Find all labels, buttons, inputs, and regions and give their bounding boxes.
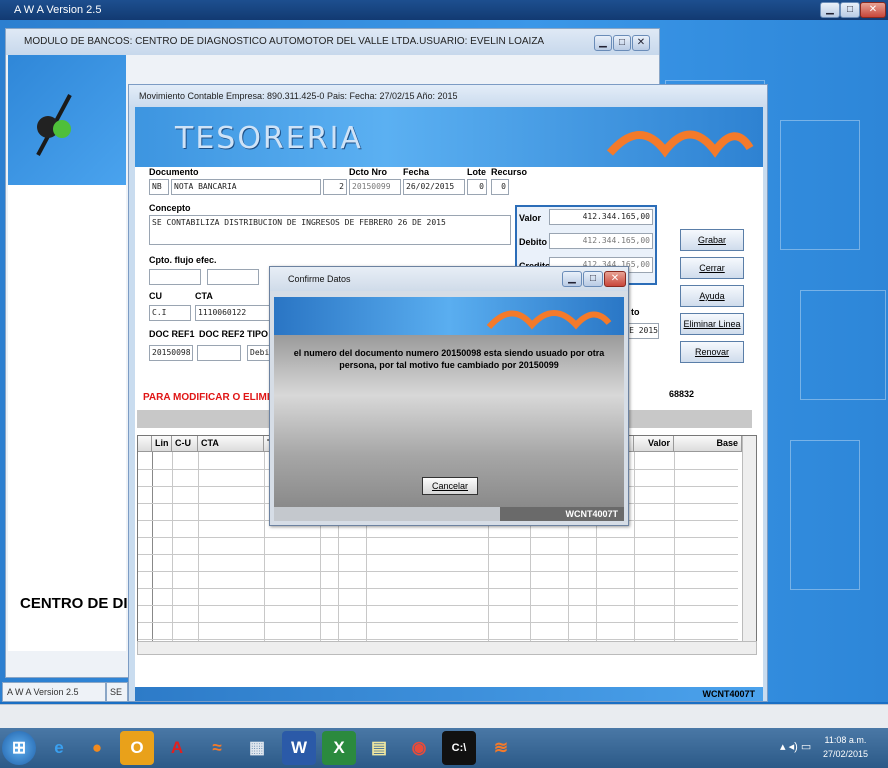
form-code: WCNT4007T xyxy=(702,689,755,699)
tipo-label: TIPO xyxy=(247,329,269,339)
dialog-message: el numero del documento numero 20150098 … xyxy=(293,348,605,370)
eliminar-linea-button[interactable]: Eliminar Linea xyxy=(680,313,744,335)
grabar-button[interactable]: Grabar xyxy=(680,229,744,251)
cmd-icon[interactable]: C:\ xyxy=(442,731,476,765)
doc-code-field[interactable]: NB xyxy=(149,179,169,195)
cta-label: CTA xyxy=(195,291,213,301)
word-icon[interactable]: W xyxy=(282,731,316,765)
dialog-maximize-button[interactable]: □ xyxy=(583,271,603,287)
mdi-tab-awa[interactable]: A W A Version 2.5 xyxy=(2,682,106,702)
calculator-icon[interactable]: ▦ xyxy=(240,731,274,765)
outlook-icon[interactable]: O xyxy=(120,731,154,765)
doc-ref2-label: DOC REF2 xyxy=(199,329,245,339)
cu-label: CU xyxy=(149,291,162,301)
acrobat-icon[interactable]: A xyxy=(160,731,194,765)
ie-icon[interactable]: e xyxy=(42,731,76,765)
cpto-flujo-field1[interactable] xyxy=(149,269,201,285)
doc-ref1-field[interactable]: 20150098 xyxy=(149,345,193,361)
windows-taskbar: ⊞ e ● O A ≈ ▦ W X ▤ ◉ C:\ ≋ ▴ ◂) ▭ 11:08… xyxy=(0,728,888,768)
doc-ref2-field[interactable] xyxy=(197,345,241,361)
recurso-label: Recurso xyxy=(491,167,528,177)
concepto-field[interactable]: SE CONTABILIZA DISTRIBUCION DE INGRESOS … xyxy=(149,215,511,245)
concepto-label: Concepto xyxy=(149,203,191,213)
doc-name-field[interactable]: NOTA BANCARIA xyxy=(171,179,321,195)
notepad-icon[interactable]: ▤ xyxy=(362,731,396,765)
cpto-flujo-label: Cpto. flujo efec. xyxy=(149,255,217,265)
cancel-button[interactable]: Cancelar xyxy=(422,477,478,495)
lote-field[interactable]: 0 xyxy=(467,179,487,195)
awa2-icon[interactable]: ≋ xyxy=(484,731,518,765)
excel-icon[interactable]: X xyxy=(322,731,356,765)
cu-field[interactable]: C.I xyxy=(149,305,191,321)
col-valor[interactable]: Valor xyxy=(634,436,674,452)
app-status-strip xyxy=(0,704,888,728)
doc-num-small-field[interactable]: 2 xyxy=(323,179,347,195)
tesoreria-status-band: WCNT4007T xyxy=(135,687,763,701)
tesoreria-title-bar: Movimiento Contable Empresa: 890.311.425… xyxy=(129,85,767,107)
clock-date: 27/02/2015 xyxy=(822,749,868,759)
fecha-field[interactable]: 26/02/2015 xyxy=(403,179,465,195)
debito-field[interactable]: 412.344.165,00 xyxy=(549,233,653,249)
tray-icons[interactable]: ▴ ◂) ▭ xyxy=(780,740,811,753)
col-lin[interactable]: Lin xyxy=(152,436,172,452)
app-title-bar: A W A Version 2.5 xyxy=(0,0,888,20)
dcto-nro-field[interactable]: 20150099 xyxy=(349,179,401,195)
grid-row-header xyxy=(138,436,152,452)
cerrar-button[interactable]: Cerrar xyxy=(680,257,744,279)
banks-logo-band xyxy=(8,55,126,185)
right-partial-label: to xyxy=(631,307,640,317)
documento-label: Documento xyxy=(149,167,199,177)
close-button[interactable]: ✕ xyxy=(860,2,886,18)
banks-maximize-button[interactable]: □ xyxy=(613,35,631,51)
maximize-button[interactable]: □ xyxy=(840,2,860,18)
company-caption: CENTRO DE DIA xyxy=(20,595,139,612)
confirm-dialog: Confirme Datos ▁ □ ✕ el numero del docum… xyxy=(269,266,629,526)
valor-field[interactable]: 412.344.165,00 xyxy=(549,209,653,225)
tesoreria-banner: TESORERIA xyxy=(135,107,763,167)
clock-time: 11:08 a.m. xyxy=(824,735,867,745)
mdi-tab-se[interactable]: SE xyxy=(106,682,128,702)
tipo-field[interactable]: Debi xyxy=(247,345,271,361)
col-base[interactable]: Base xyxy=(674,436,742,452)
code-number: 68832 xyxy=(669,389,695,399)
valor-label: Valor xyxy=(519,213,542,223)
recurso-field[interactable]: 0 xyxy=(491,179,509,195)
firefox-icon[interactable]: ● xyxy=(80,731,114,765)
lote-label: Lote xyxy=(467,167,486,177)
ayuda-button[interactable]: Ayuda xyxy=(680,285,744,307)
dialog-title: Confirme Datos xyxy=(288,274,351,284)
tesoreria-logo: TESORERIA xyxy=(175,121,363,156)
clock[interactable]: 11:08 a.m. 27/02/2015 xyxy=(823,733,868,761)
doc-ref1-label: DOC REF1 xyxy=(149,329,195,339)
dialog-code: WCNT4007T xyxy=(500,507,624,521)
debito-label: Debito xyxy=(519,237,547,247)
minimize-button[interactable]: ▁ xyxy=(820,2,840,18)
banks-minimize-button[interactable]: ▁ xyxy=(594,35,612,51)
dialog-body: el numero del documento numero 20150098 … xyxy=(274,335,624,507)
tesoreria-title: Movimiento Contable Empresa: 890.311.425… xyxy=(139,91,458,101)
grid-vertical-scrollbar[interactable] xyxy=(742,436,756,646)
awa-icon[interactable]: ≈ xyxy=(200,731,234,765)
cta-field[interactable]: 1110060122 xyxy=(195,305,271,321)
app-title: A W A Version 2.5 xyxy=(14,4,102,16)
dcto-nro-label: Dcto Nro xyxy=(349,167,387,177)
col-cta[interactable]: CTA xyxy=(198,436,264,452)
grid-horizontal-scrollbar[interactable] xyxy=(137,641,757,655)
start-icon[interactable]: ⊞ xyxy=(2,731,36,765)
cpto-flujo-field2[interactable] xyxy=(207,269,259,285)
chrome-icon[interactable]: ◉ xyxy=(402,731,436,765)
dialog-close-button[interactable]: ✕ xyxy=(604,271,626,287)
col-cu[interactable]: C-U xyxy=(172,436,198,452)
modify-warning: PARA MODIFICAR O ELIMINA xyxy=(143,392,285,403)
dialog-minimize-button[interactable]: ▁ xyxy=(562,271,582,287)
banks-title: MODULO DE BANCOS: CENTRO DE DIAGNOSTICO … xyxy=(24,36,545,47)
awa-logo-icon xyxy=(36,94,72,156)
banks-title-bar: MODULO DE BANCOS: CENTRO DE DIAGNOSTICO … xyxy=(6,29,659,55)
awa-wave-logo-icon xyxy=(606,130,754,158)
renovar-button[interactable]: Renovar xyxy=(680,341,744,363)
awa-wave-logo-icon xyxy=(486,310,612,330)
dialog-banner xyxy=(274,297,624,335)
banks-close-button[interactable]: ✕ xyxy=(632,35,650,51)
fecha-label: Fecha xyxy=(403,167,430,177)
